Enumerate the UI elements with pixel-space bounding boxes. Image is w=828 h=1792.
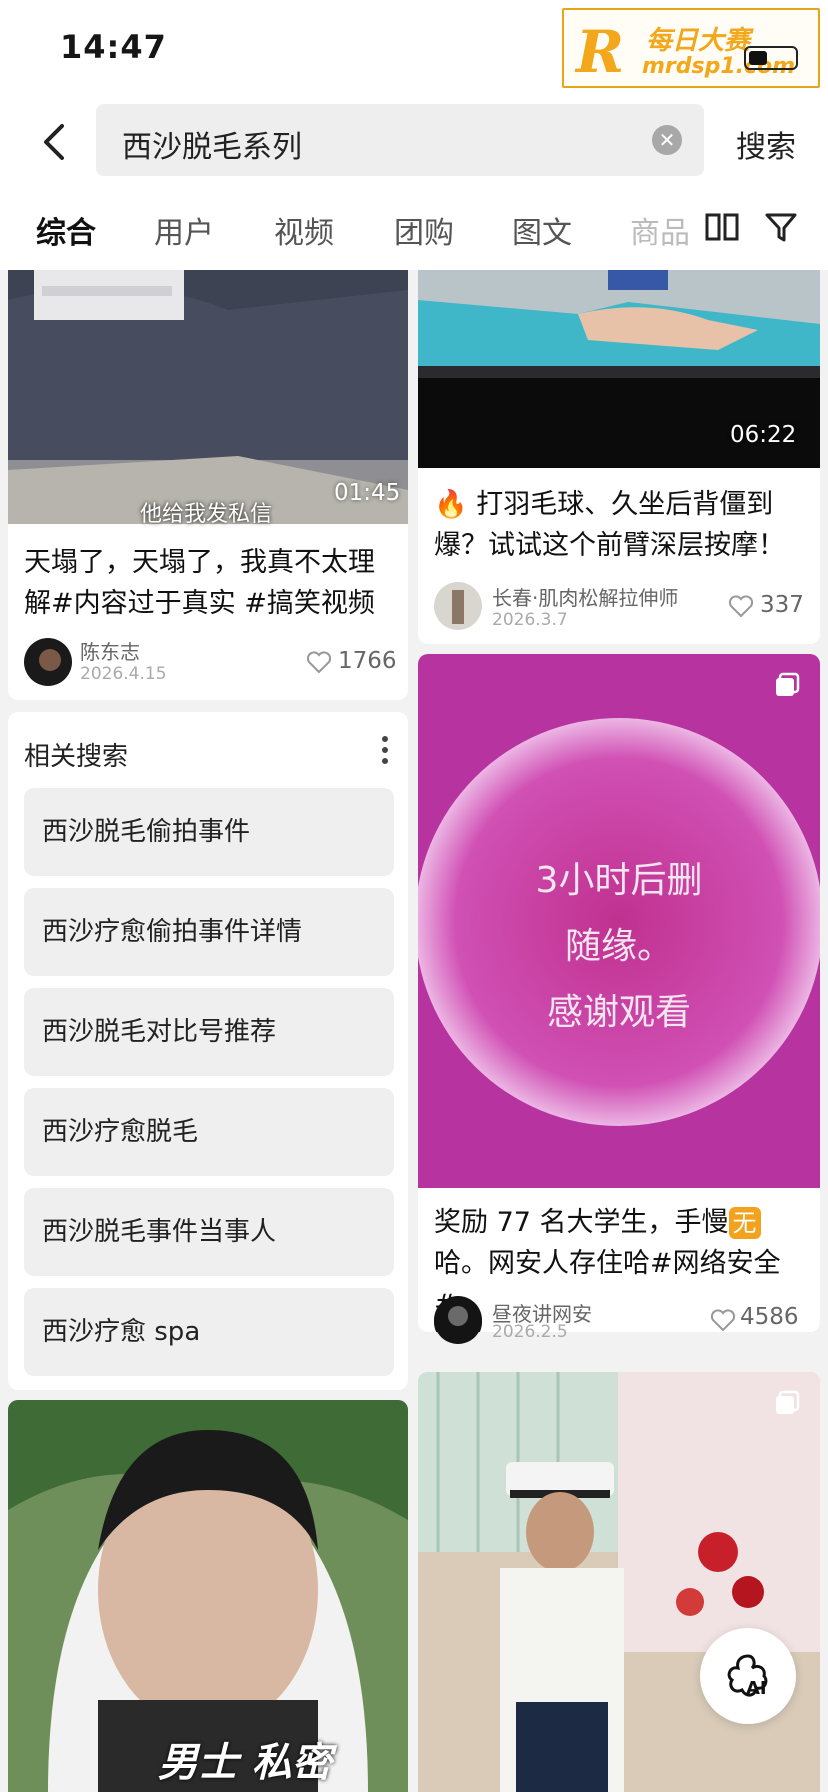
video-overlay-text: 男士 私密 [158,1739,332,1786]
card-title: 天塌了，天塌了，我真不太理解#内容过于真实 #搞笑视频 [24,547,375,619]
image-card-right-3[interactable] [418,1372,820,1792]
like-count: 337 [760,592,804,618]
related-item[interactable]: 西沙疗愈 spa [24,1288,394,1376]
battery-icon [744,46,798,70]
related-item[interactable]: 西沙疗愈偷拍事件详情 [24,888,394,976]
tab-bar: 综合 用户 视频 团购 图文 商品 [0,188,828,270]
post-date: 2026.2.5 [492,1322,568,1342]
tab-users[interactable]: 用户 [154,208,214,252]
clear-icon[interactable]: ✕ [652,125,682,155]
avatar[interactable] [434,1296,482,1344]
search-button[interactable]: 搜索 [736,122,796,166]
avatar[interactable] [434,582,482,630]
watermark-letter: R [576,18,625,86]
overlay-line: 感谢观看 [546,992,691,1033]
status-time: 14:47 [60,28,167,66]
author-name[interactable]: 陈东志 [80,636,140,665]
search-query: 西沙脱毛系列 [122,130,302,165]
avatar[interactable] [24,638,72,686]
layout-toggle-icon[interactable] [704,210,740,246]
overlay-line: 随缘。 [564,926,673,967]
status-bar: 14:47 R 每日大赛 mrdsp1.com [0,0,828,96]
image-card-right-2[interactable]: 3小时后删 随缘。 感谢观看 奖励 77 名大学生，手慢 无哈。网安人存住哈#网络… [418,654,820,1332]
like-count: 4586 [740,1304,799,1330]
image-overlay-text: 3小时后删 随缘。 感谢观看 [418,848,820,1046]
tab-videos[interactable]: 视频 [274,208,334,252]
related-heading: 相关搜索 [24,742,129,772]
heart-icon[interactable] [306,650,332,674]
multi-image-icon [776,672,800,696]
ai-assistant-button[interactable]: AI [700,1628,796,1724]
search-input[interactable]: 西沙脱毛系列 ✕ [96,104,704,176]
related-item[interactable]: 西沙脱毛偷拍事件 [24,788,394,876]
heart-icon[interactable] [710,1308,736,1332]
image-thumbnail [418,1372,820,1792]
watermark-logo: R 每日大赛 mrdsp1.com [562,8,820,88]
author-name[interactable]: 长春·肌肉松解拉伸师 [492,582,678,611]
card-title: 🔥 打羽毛球、久坐后背僵到爆？试试这个前臂深层按摩！ [434,489,785,561]
video-card-left-2[interactable]: 男士 私密 [8,1400,408,1792]
card-footer-overflow: 2026.2.5 4586 [418,1290,820,1344]
multi-image-icon [776,1390,800,1414]
post-date: 2026.3.7 [492,610,568,630]
like-count: 1766 [338,648,397,674]
heart-icon[interactable] [728,594,754,618]
tab-group-buy[interactable]: 团购 [394,208,454,252]
related-item[interactable]: 西沙脱毛事件当事人 [24,1188,394,1276]
video-card-left-1[interactable]: 他给我发私信 01:45 天塌了，天塌了，我真不太理解#内容过于真实 #搞笑视频… [8,270,408,700]
video-card-right-1[interactable]: 06:22 🔥 打羽毛球、久坐后背僵到爆？试试这个前臂深层按摩！ 长春·肌肉松解… [418,270,820,644]
tab-products[interactable]: 商品 [630,208,690,252]
video-duration: 01:45 [334,480,401,506]
post-date: 2026.4.15 [80,664,167,684]
tab-images[interactable]: 图文 [512,208,572,252]
back-arrow-icon[interactable] [36,118,76,166]
related-item[interactable]: 西沙疗愈脱毛 [24,1088,394,1176]
tab-all[interactable]: 综合 [36,208,96,252]
search-header: 西沙脱毛系列 ✕ 搜索 [0,96,828,188]
filter-icon[interactable] [764,210,800,246]
emoji-badge: 无 [728,1207,761,1239]
more-options-icon[interactable] [382,734,388,766]
ai-label: AI [746,1678,767,1699]
related-item[interactable]: 西沙脱毛对比号推荐 [24,988,394,1076]
related-searches-panel: 相关搜索 西沙脱毛偷拍事件 西沙疗愈偷拍事件详情 西沙脱毛对比号推荐 西沙疗愈脱… [8,712,408,1390]
overlay-line: 3小时后删 [535,860,703,901]
video-overlay-text: 他给我发私信 [140,502,273,527]
card-title-part: 奖励 77 名大学生，手慢 [434,1207,729,1238]
watermark-line1: 每日大赛 [646,26,751,56]
video-duration: 06:22 [730,422,797,448]
